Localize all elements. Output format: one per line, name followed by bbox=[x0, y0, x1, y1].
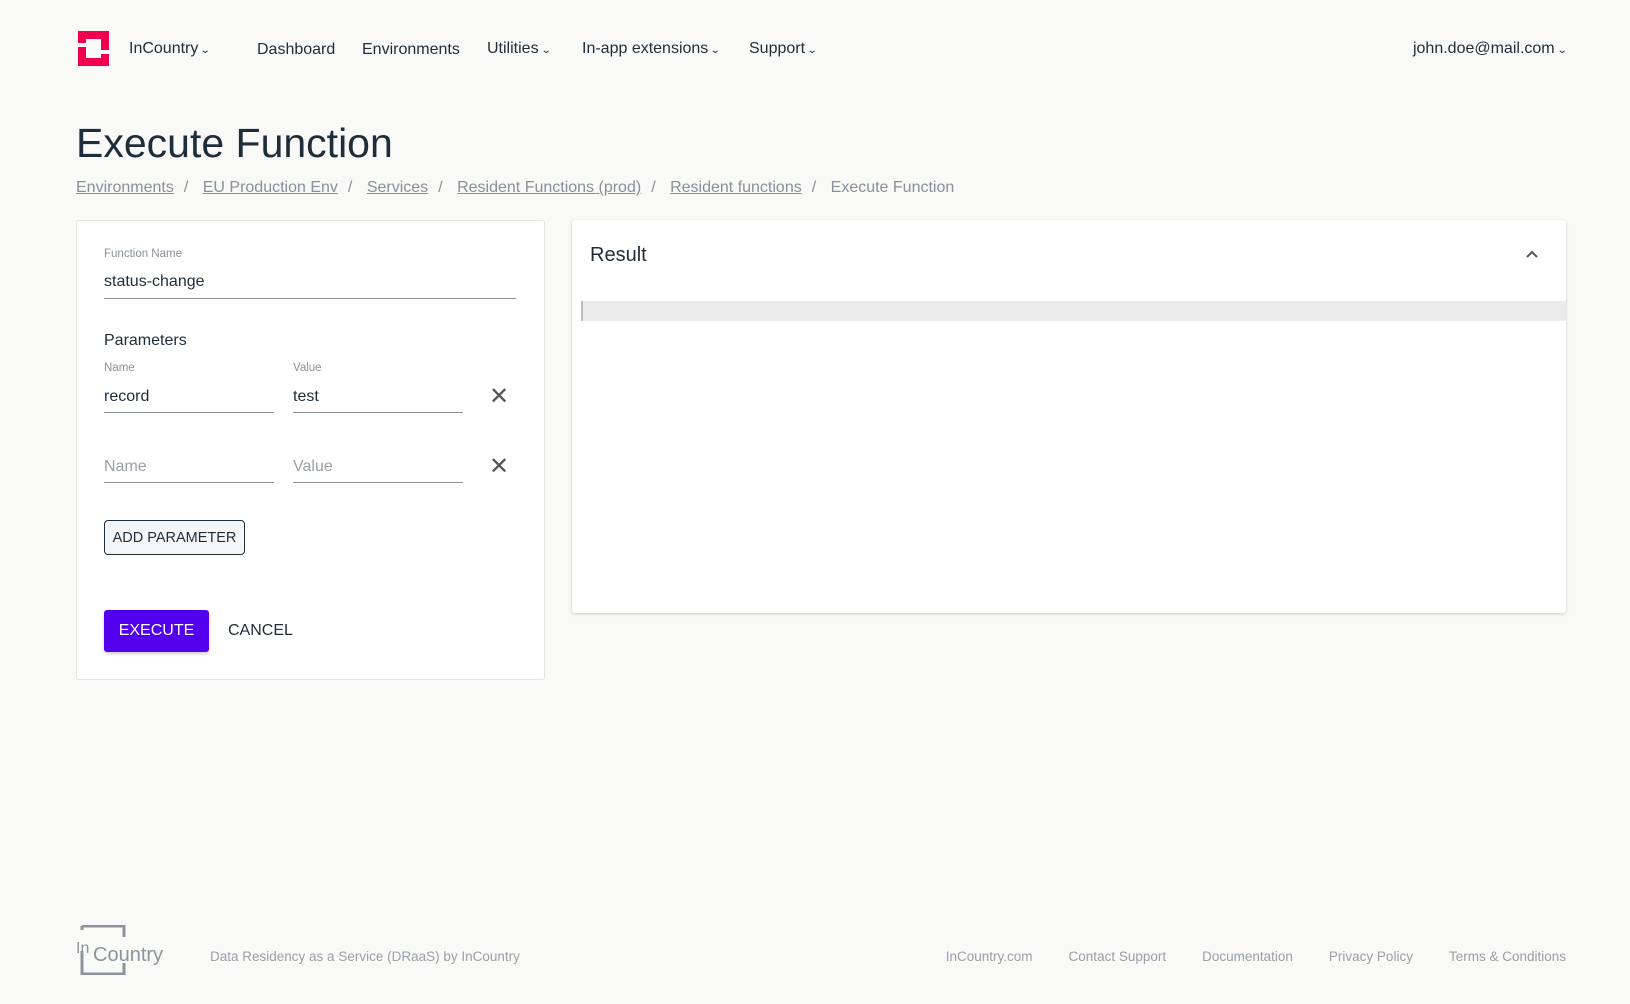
param-value-input[interactable]: test bbox=[293, 388, 463, 412]
function-name-input[interactable]: status-change bbox=[104, 273, 516, 299]
underline bbox=[293, 412, 463, 413]
brand-name: InCountry bbox=[129, 40, 199, 57]
chevron-down-icon: ⌄ bbox=[806, 45, 818, 56]
chevron-up-icon[interactable] bbox=[1524, 246, 1540, 262]
remove-param-close-icon[interactable]: ✕ bbox=[489, 455, 509, 479]
new-param-name-input[interactable]: Name bbox=[104, 458, 274, 482]
nav-label: In-app extensions bbox=[582, 40, 709, 57]
underline bbox=[104, 482, 274, 483]
nav-support[interactable]: Support ⌄ bbox=[749, 40, 818, 58]
breadcrumb-eu-production-env[interactable]: EU Production Env bbox=[203, 179, 338, 196]
chevron-down-icon: ⌄ bbox=[710, 45, 721, 56]
brand-logo[interactable] bbox=[78, 31, 109, 66]
page-title: Execute Function bbox=[76, 120, 393, 166]
nav-utilities[interactable]: Utilities ⌄ bbox=[487, 40, 552, 58]
nav-label: Support bbox=[749, 40, 806, 57]
footer-link-privacy-policy[interactable]: Privacy Policy bbox=[1329, 949, 1413, 964]
breadcrumb: Environments / EU Production Env / Service… bbox=[76, 179, 955, 196]
remove-param-close-icon[interactable]: ✕ bbox=[489, 385, 509, 409]
execute-button[interactable]: EXECUTE bbox=[104, 610, 209, 652]
param-value-label: Value bbox=[293, 362, 322, 374]
result-panel bbox=[572, 220, 1566, 613]
footer-link-contact-support[interactable]: Contact Support bbox=[1069, 949, 1167, 964]
param-name-label: Name bbox=[104, 362, 135, 374]
underline bbox=[293, 482, 463, 483]
footer-links: InCountry.com Contact Support Documentat… bbox=[0, 949, 1630, 964]
nav-label: Utilities bbox=[487, 40, 539, 57]
breadcrumb-services[interactable]: Services bbox=[367, 179, 428, 196]
add-parameter-button[interactable]: ADD PARAMETER bbox=[104, 520, 245, 555]
parameters-heading: Parameters bbox=[104, 332, 187, 349]
footer-link-documentation[interactable]: Documentation bbox=[1202, 949, 1293, 964]
breadcrumb-environments[interactable]: Environments bbox=[76, 179, 174, 196]
nav-in-app-extensions[interactable]: In-app extensions ⌄ bbox=[582, 40, 721, 58]
result-title: Result bbox=[590, 244, 647, 266]
param-name-input[interactable]: record bbox=[104, 388, 274, 412]
breadcrumb-resident-functions-prod[interactable]: Resident Functions (prod) bbox=[457, 179, 641, 196]
new-param-value-input[interactable]: Value bbox=[293, 458, 463, 482]
user-menu[interactable]: john.doe@mail.com ⌄ bbox=[1412, 40, 1568, 58]
nav-environments[interactable]: Environments bbox=[362, 41, 460, 59]
brand-menu[interactable]: InCountry ⌄ bbox=[129, 40, 212, 58]
result-output[interactable] bbox=[581, 301, 1566, 321]
function-name-underline bbox=[104, 298, 516, 299]
cancel-button[interactable]: CANCEL bbox=[228, 622, 293, 640]
chevron-down-icon: ⌄ bbox=[540, 45, 552, 56]
chevron-down-icon: ⌄ bbox=[200, 45, 212, 56]
breadcrumb-resident-functions[interactable]: Resident functions bbox=[670, 179, 802, 196]
footer-link-terms[interactable]: Terms & Conditions bbox=[1449, 949, 1566, 964]
function-name-label: Function Name bbox=[104, 248, 182, 260]
chevron-down-icon: ⌄ bbox=[1556, 45, 1568, 56]
footer-link-incountry[interactable]: InCountry.com bbox=[946, 949, 1033, 964]
nav-dashboard[interactable]: Dashboard bbox=[257, 41, 335, 59]
user-email: john.doe@mail.com bbox=[1412, 40, 1555, 57]
breadcrumb-current: Execute Function bbox=[830, 179, 955, 196]
underline bbox=[104, 412, 274, 413]
